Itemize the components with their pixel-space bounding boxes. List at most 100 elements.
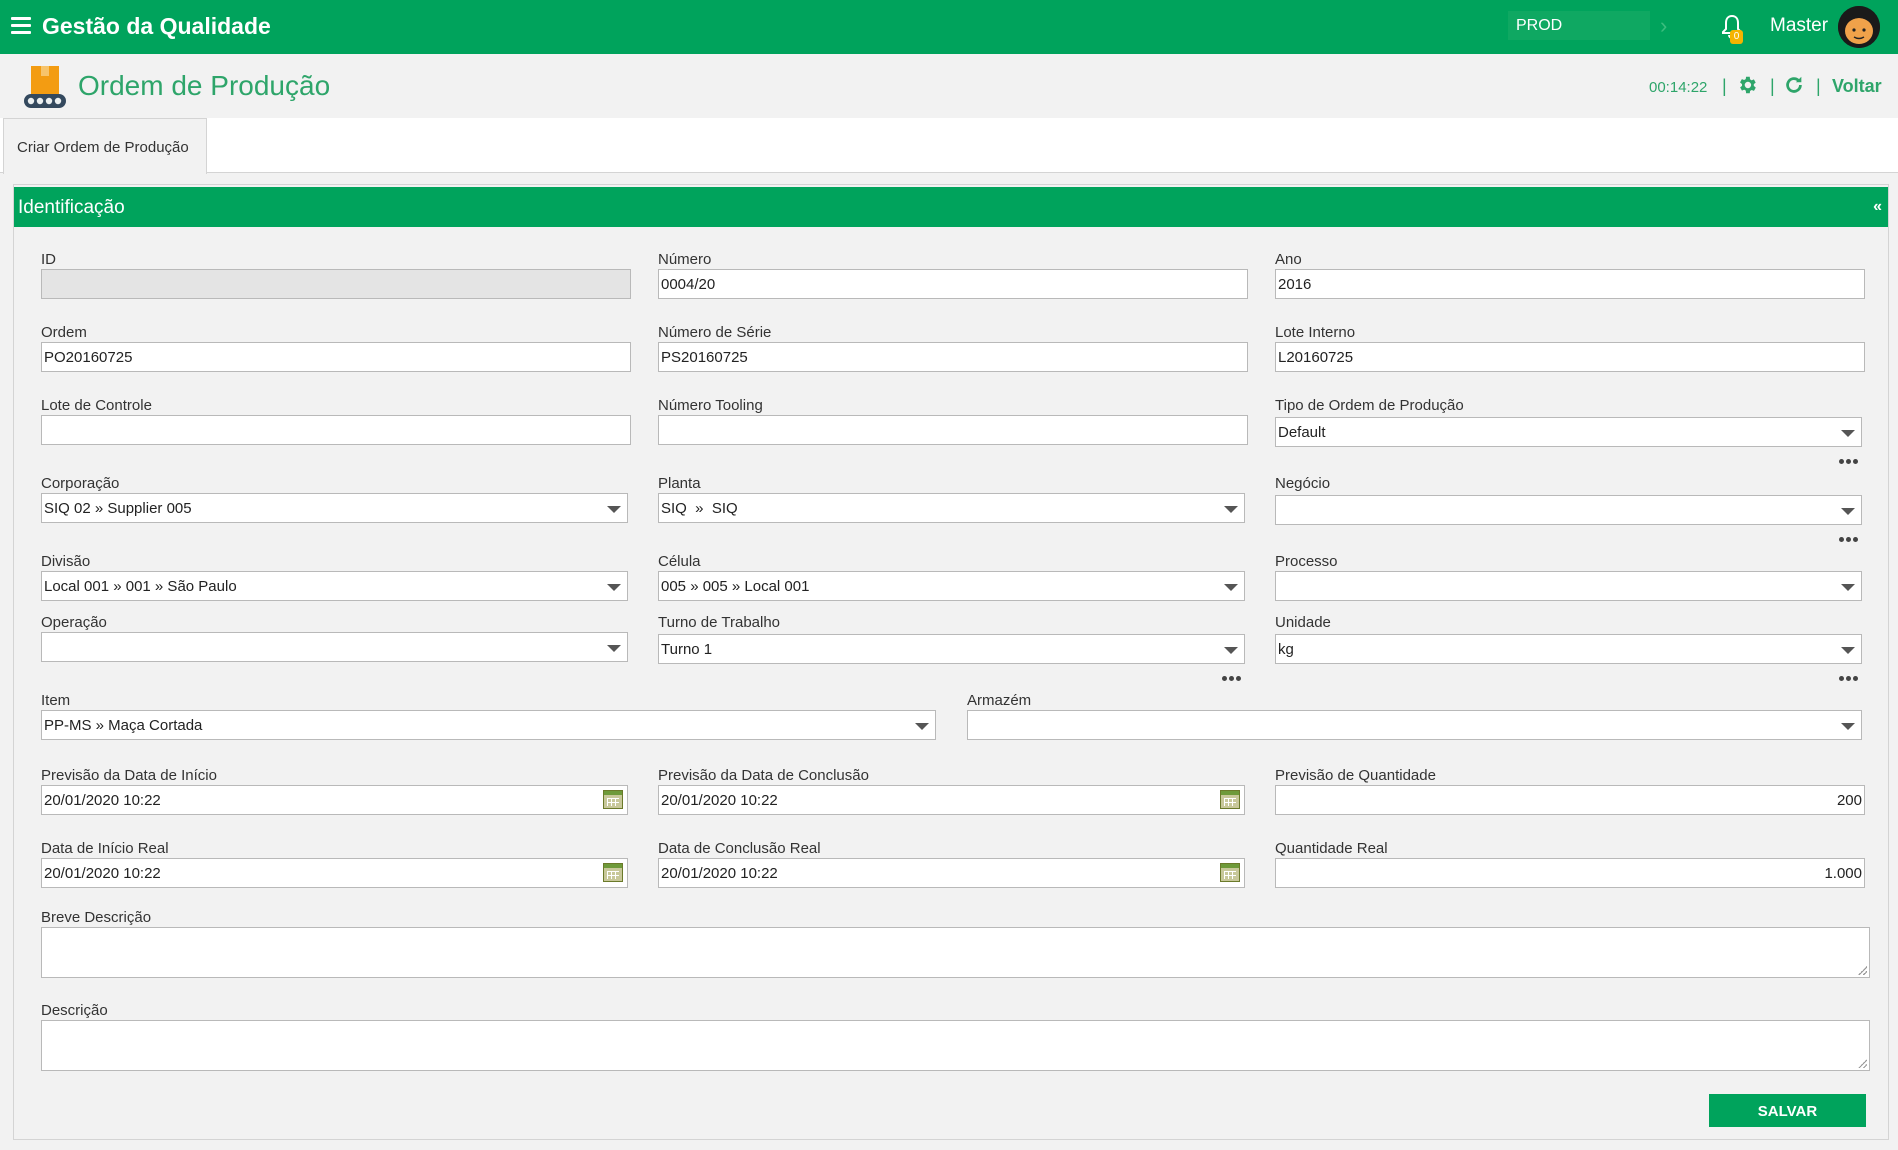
refresh-icon[interactable] [1783,74,1805,96]
prev-conclusao-input[interactable]: 20/01/2020 10:22 [658,785,1245,815]
chevron-down-icon[interactable] [1224,506,1238,513]
back-link[interactable]: Voltar [1832,76,1882,97]
resize-handle[interactable] [1858,1059,1867,1068]
chevron-down-icon[interactable] [1841,723,1855,730]
chevron-right-icon[interactable]: › [1660,13,1667,39]
chevron-down-icon[interactable] [1841,584,1855,591]
numero-serie-label: Número de Série [658,324,772,341]
app-title: Gestão da Qualidade [42,13,271,39]
planta-label: Planta [658,475,701,492]
celula-label: Célula [658,553,701,570]
item-select[interactable]: PP-MS » Maça Cortada [41,710,936,740]
environment-selector[interactable]: PROD [1508,11,1650,40]
more-options-icon[interactable] [1839,533,1860,545]
user-name[interactable]: Master [1770,15,1828,37]
more-options-icon[interactable] [1839,672,1860,684]
gear-icon[interactable] [1736,74,1758,96]
save-button[interactable]: SALVAR [1709,1094,1866,1127]
planta-value: SIQ » SIQ [661,500,738,517]
item-value: PP-MS » Maça Cortada [44,717,203,734]
breve-descricao-label: Breve Descrição [41,909,152,926]
calendar-icon[interactable] [603,863,623,882]
tipo-ordem-select[interactable]: Default [1275,417,1862,447]
processo-label: Processo [1275,553,1338,570]
numero-input[interactable]: 0004/20 [658,269,1248,299]
resize-handle[interactable] [1858,966,1867,975]
corporacao-label: Corporação [41,475,120,492]
divisao-select[interactable]: Local 001 » 001 » São Paulo [41,571,628,601]
planta-select[interactable]: SIQ » SIQ [658,493,1245,523]
conclusao-real-input[interactable]: 20/01/2020 10:22 [658,858,1245,888]
armazem-label: Armazém [967,692,1032,709]
prev-conclusao-label: Previsão da Data de Conclusão [658,767,869,784]
chevron-down-icon[interactable] [1841,647,1855,654]
top-bar: Gestão da Qualidade PROD › 0 Master [0,0,1898,54]
turno-value: Turno 1 [661,641,713,658]
chevron-down-icon[interactable] [1224,647,1238,654]
panel-title: Identificação [18,197,125,218]
chevron-down-icon[interactable] [915,723,929,730]
id-label: ID [41,251,56,268]
chevron-down-icon[interactable] [607,645,621,652]
inicio-real-input[interactable]: 20/01/2020 10:22 [41,858,628,888]
chevron-down-icon[interactable] [1224,584,1238,591]
lote-controle-label: Lote de Controle [41,397,152,414]
descricao-textarea[interactable] [41,1020,1870,1071]
prev-conclusao-value: 20/01/2020 10:22 [661,792,778,809]
ano-input[interactable]: 2016 [1275,269,1865,299]
tabs-bar: Criar Ordem de Produção [0,118,1898,174]
unidade-select[interactable]: kg [1275,634,1862,664]
conclusao-real-value: 20/01/2020 10:22 [661,865,778,882]
menu-icon[interactable] [11,17,31,35]
chevron-down-icon[interactable] [1841,430,1855,437]
numero-tooling-label: Número Tooling [658,397,763,414]
calendar-icon[interactable] [603,790,623,809]
armazem-select[interactable] [967,710,1862,740]
corporacao-select[interactable]: SIQ 02 » Supplier 005 [41,493,628,523]
descricao-label: Descrição [41,1002,108,1019]
lote-interno-input[interactable]: L20160725 [1275,342,1865,372]
numero-tooling-input[interactable] [658,415,1248,445]
numero-serie-input[interactable]: PS20160725 [658,342,1248,372]
chevron-down-icon[interactable] [607,584,621,591]
chevron-down-icon[interactable] [607,506,621,513]
quantidade-real-label: Quantidade Real [1275,840,1388,857]
numero-label: Número [658,251,712,268]
collapse-panel-button[interactable]: « [1873,198,1882,216]
quantidade-real-input[interactable]: 1.000 [1275,858,1865,888]
more-options-icon[interactable] [1222,672,1243,684]
lote-controle-input[interactable] [41,415,631,445]
notification-badge: 0 [1730,30,1743,44]
tipo-ordem-label: Tipo de Ordem de Produção [1275,397,1464,414]
chevron-down-icon[interactable] [1841,508,1855,515]
tab-create-production-order[interactable]: Criar Ordem de Produção [3,118,207,174]
processo-select[interactable] [1275,571,1862,601]
calendar-icon[interactable] [1220,790,1240,809]
negocio-select[interactable] [1275,495,1862,525]
prev-quantidade-input[interactable]: 200 [1275,785,1865,815]
divisao-label: Divisão [41,553,91,570]
prev-inicio-input[interactable]: 20/01/2020 10:22 [41,785,628,815]
operacao-select[interactable] [41,632,628,662]
header-separator: | [1770,76,1775,96]
conclusao-real-label: Data de Conclusão Real [658,840,821,857]
inicio-real-value: 20/01/2020 10:22 [44,865,161,882]
more-options-icon[interactable] [1839,455,1860,467]
page-header: Ordem de Produção 00:14:22 | | | Voltar [0,54,1898,118]
tipo-ordem-value: Default [1278,424,1326,441]
session-timer: 00:14:22 [1649,79,1708,96]
celula-select[interactable]: 005 » 005 » Local 001 [658,571,1245,601]
calendar-icon[interactable] [1220,863,1240,882]
breve-descricao-textarea[interactable] [41,927,1870,978]
ordem-input[interactable]: PO20160725 [41,342,631,372]
turno-label: Turno de Trabalho [658,614,781,631]
negocio-label: Negócio [1275,475,1331,492]
avatar[interactable] [1838,6,1880,48]
lote-interno-label: Lote Interno [1275,324,1356,341]
operacao-label: Operação [41,614,107,631]
page-title: Ordem de Produção [78,70,331,101]
turno-select[interactable]: Turno 1 [658,634,1245,664]
header-separator: | [1722,76,1727,96]
celula-value: 005 » 005 » Local 001 [661,578,810,595]
corporacao-value: SIQ 02 » Supplier 005 [44,500,192,517]
